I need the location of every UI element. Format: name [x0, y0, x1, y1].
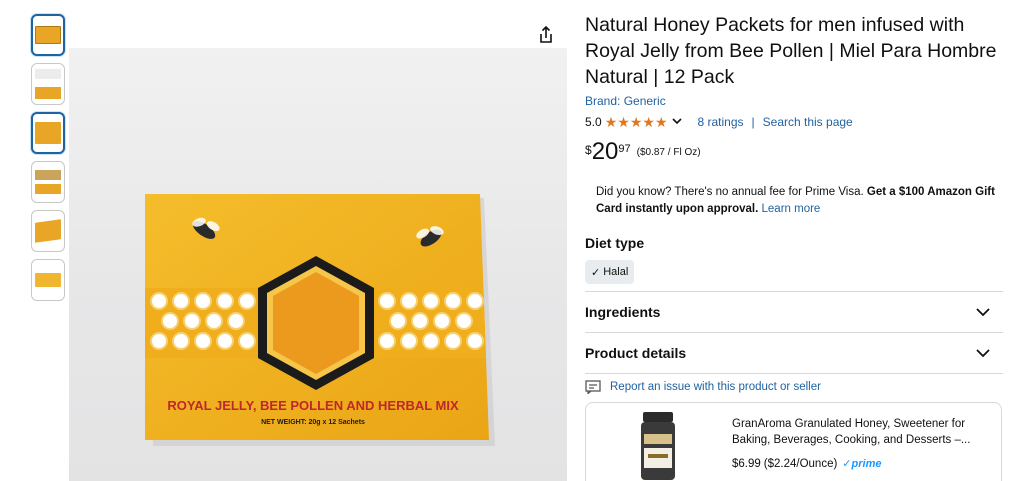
promo-text: Did you know? There's no annual fee for … [596, 186, 867, 198]
thumbnail-2[interactable] [31, 63, 65, 105]
star-icon: ★ [604, 114, 618, 130]
price-whole: 20 [591, 138, 619, 165]
box-title-text: ROYAL JELLY, BEE POLLEN AND HERBAL MIX [167, 398, 459, 413]
brand-link[interactable]: Brand: Generic [585, 94, 666, 108]
thumbnail-1[interactable] [31, 14, 65, 56]
chevron-down-icon [976, 349, 990, 358]
unit-price: ($0.87 / Fl Oz) [636, 147, 701, 158]
thumbnail-strip [31, 14, 65, 308]
price-block: $ 20 97 ($0.87 / Fl Oz) [585, 140, 1005, 170]
separator: | [751, 115, 755, 129]
search-this-page-link[interactable]: Search this page [763, 115, 853, 129]
thumbnail-image [35, 219, 61, 243]
sponsored-product-card[interactable]: GranAroma Granulated Honey, Sweetener fo… [585, 402, 1002, 481]
product-box-illustration: ROYAL JELLY, BEE POLLEN AND HERBAL MIX N… [145, 194, 495, 446]
ad-per-unit: ($2.24/Ounce) [763, 457, 838, 470]
diet-chip-label: Halal [603, 266, 629, 278]
thumbnail-4[interactable] [31, 161, 65, 203]
thumbnail-image [35, 273, 61, 287]
star-icon: ★ [654, 114, 668, 130]
checkmark-icon: ✓ [591, 266, 601, 279]
report-issue-text: Report an issue with this product or sel… [610, 381, 821, 393]
sponsored-product-price: $6.99 ($2.24/Ounce) ✓prime [732, 457, 882, 471]
thumbnail-5[interactable] [31, 210, 65, 252]
diet-chip-halal[interactable]: ✓ Halal [585, 260, 635, 284]
honey-jar-image [641, 412, 675, 480]
ad-price-value: $6.99 [732, 457, 761, 470]
thumbnail-3[interactable] [31, 112, 65, 154]
star-icon: ★ [617, 114, 630, 130]
share-button[interactable] [535, 24, 557, 46]
star-icon: ★ [629, 114, 643, 130]
thumbnail-image [35, 122, 61, 144]
prime-badge: ✓prime [842, 458, 882, 470]
ratings-count-link[interactable]: 8 ratings [698, 115, 744, 129]
report-flag-icon [585, 380, 601, 394]
prime-visa-promo: Did you know? There's no annual fee for … [596, 184, 996, 218]
report-issue-link[interactable]: Report an issue with this product or sel… [585, 373, 1003, 394]
thumbnail-image [35, 69, 61, 99]
product-title: Natural Honey Packets for men infused wi… [585, 14, 997, 88]
sponsored-product-title[interactable]: GranAroma Granulated Honey, Sweetener fo… [732, 416, 992, 448]
product-info: Natural Honey Packets for men infused wi… [585, 12, 1005, 481]
box-subtitle-text: NET WEIGHT: 20g x 12 Sachets [261, 419, 365, 426]
star-icon: ★ [642, 114, 655, 130]
star-rating[interactable]: ★ ★ ★ ★ ★ [605, 115, 668, 129]
product-details-accordion[interactable]: Product details [585, 332, 1003, 373]
share-icon [540, 25, 552, 43]
rating-row: 5.0 ★ ★ ★ ★ ★ 8 ratings | Search this pa… [585, 114, 1005, 130]
chevron-down-icon[interactable] [671, 117, 682, 128]
product-details-label: Product details [585, 345, 687, 361]
price-fraction: 97 [618, 143, 631, 155]
price-symbol: $ [585, 143, 592, 157]
ingredients-label: Ingredients [585, 304, 661, 320]
ingredients-accordion[interactable]: Ingredients [585, 291, 1003, 332]
learn-more-link[interactable]: Learn more [762, 203, 821, 215]
thumbnail-image [35, 26, 61, 44]
diet-type-heading: Diet type [585, 235, 645, 251]
thumbnail-image [35, 170, 61, 194]
main-product-image[interactable]: ROYAL JELLY, BEE POLLEN AND HERBAL MIX N… [69, 48, 567, 481]
thumbnail-6[interactable] [31, 259, 65, 301]
chevron-down-icon [976, 308, 990, 317]
rating-score: 5.0 [585, 115, 602, 129]
